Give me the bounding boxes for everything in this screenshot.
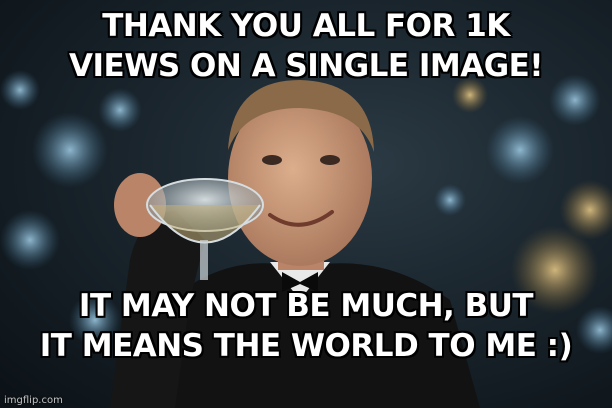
meme-image: THANK YOU ALL FOR 1K VIEWS ON A SINGLE I… bbox=[0, 0, 612, 408]
caption-bottom: IT MAY NOT BE MUCH, BUT IT MEANS THE WOR… bbox=[6, 286, 606, 366]
caption-top-line-2: VIEWS ON A SINGLE IMAGE! bbox=[69, 48, 544, 84]
caption-bottom-line-2: IT MEANS THE WORLD TO ME :) bbox=[39, 328, 573, 364]
caption-top-line-1: THANK YOU ALL FOR 1K bbox=[102, 8, 510, 44]
imgflip-watermark: imgflip.com bbox=[4, 395, 63, 406]
caption-top: THANK YOU ALL FOR 1K VIEWS ON A SINGLE I… bbox=[6, 6, 606, 86]
caption-bottom-line-1: IT MAY NOT BE MUCH, BUT bbox=[78, 288, 534, 324]
